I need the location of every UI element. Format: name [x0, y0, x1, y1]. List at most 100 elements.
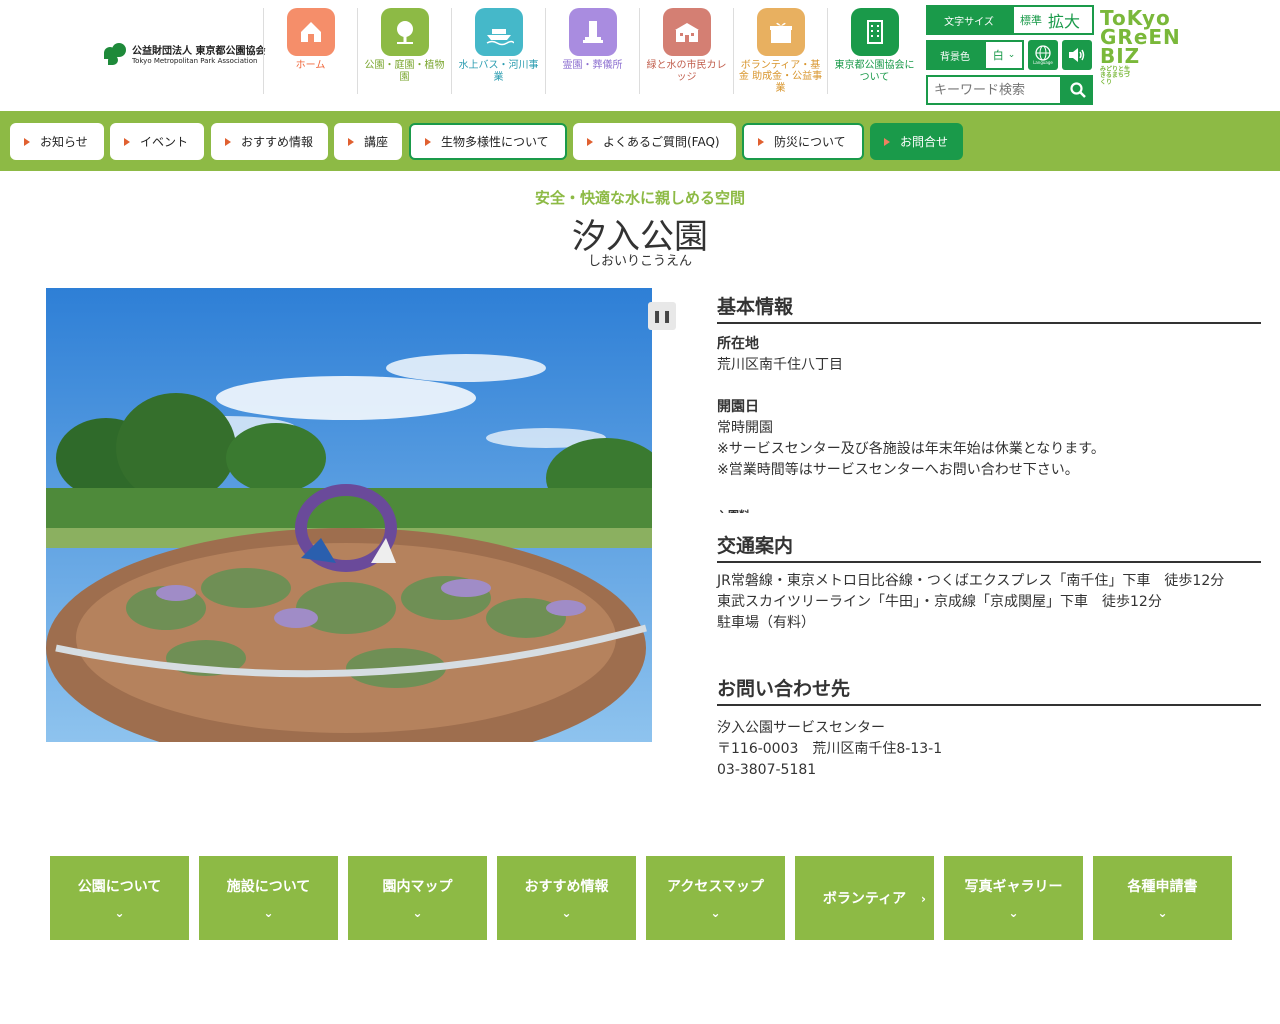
triangle-right-icon [225, 137, 231, 146]
chevron-right-icon: › [921, 892, 926, 906]
triangle-right-icon [425, 137, 431, 146]
menu-disaster[interactable]: 防災について [742, 123, 864, 160]
language-button[interactable]: Language [1028, 40, 1058, 70]
search-input[interactable] [926, 75, 1062, 105]
triangle-right-icon [24, 137, 30, 146]
font-size-large-button[interactable]: 拡大 [1048, 8, 1080, 32]
nav-college[interactable]: 緑と水の市民カレッジ [639, 8, 733, 94]
bg-color-label: 背景色 [926, 40, 984, 70]
contact-heading: お問い合わせ先 [717, 674, 1261, 706]
section-applications[interactable]: 各種申請書 ⌄ [1093, 856, 1232, 940]
font-size-standard-button[interactable]: 標準 [1020, 12, 1042, 28]
nav-volunteer[interactable]: ボランティア・基金 助成金・公益事業 [733, 8, 827, 94]
menu-faq[interactable]: よくあるご質問(FAQ) [573, 123, 736, 160]
section-about-park[interactable]: 公園について ⌄ [50, 856, 189, 940]
site-header: 公益財団法人 東京都公園協会 Tokyo Metropolitan Park A… [0, 0, 1280, 110]
section-recommended[interactable]: おすすめ情報 ⌄ [497, 856, 636, 940]
building-icon [850, 8, 899, 56]
menu-recommended[interactable]: おすすめ情報 [211, 123, 328, 160]
nav-home[interactable]: ホーム [263, 8, 357, 94]
triangle-right-icon [884, 137, 890, 146]
page-subtitle: 安全・快適な水に親しめる空間 [534, 189, 745, 207]
site-logo[interactable]: 公益財団法人 東京都公園協会 Tokyo Metropolitan Park A… [104, 42, 265, 65]
location-label: 所在地 [717, 336, 759, 352]
globe-icon [1035, 45, 1051, 61]
utility-panel: 文字サイズ 標準 拡大 背景色 白 ⌄ Language [926, 5, 1094, 105]
opening-value: 常時開園 [717, 420, 773, 436]
speaker-button[interactable] [1062, 40, 1092, 70]
nav-about-label: 東京都公園協会について [834, 60, 915, 83]
logo-subtitle: Tokyo Metropolitan Park Association [132, 57, 258, 65]
menu-news-label: お知らせ [40, 135, 88, 149]
font-size-label: 文字サイズ [926, 5, 1012, 35]
page-title-kana: しおいりこうえん [587, 254, 692, 269]
slideshow-pause-button[interactable]: ❚❚ [648, 302, 676, 330]
logo-title: 公益財団法人 東京都公園協会 [132, 46, 266, 57]
bg-color-value: 白 [992, 49, 1004, 62]
search-button[interactable] [1062, 75, 1093, 105]
chevron-down-icon: ⌄ [263, 906, 274, 920]
nav-waterbus-label: 水上バス・河川事業 [458, 60, 539, 83]
section-photo-gallery[interactable]: 写真ギャラリー ⌄ [944, 856, 1083, 940]
opening-label: 開園日 [717, 399, 759, 415]
font-size-toggle: 標準 拡大 [1012, 5, 1094, 35]
nav-cemetery-label: 霊園・葬儀所 [562, 60, 623, 71]
speaker-icon [1069, 48, 1085, 62]
opening-note-1: ※サービスセンター及び各施設は年末年始は休業となります。 [717, 441, 1105, 457]
menu-biodiversity-label: 生物多様性について [441, 135, 549, 149]
menu-biodiversity[interactable]: 生物多様性について [409, 123, 567, 160]
menu-events[interactable]: イベント [110, 123, 204, 160]
section-photo-gallery-label: 写真ギャラリー [964, 879, 1063, 895]
section-facilities-label: 施設について [226, 879, 311, 895]
nav-parks-label: 公園・庭園・植物園 [364, 60, 445, 83]
access-line-3: 駐車場（有料） [717, 615, 815, 631]
search-icon [1069, 82, 1086, 98]
tgb-line3: BIZ [1100, 44, 1141, 68]
menu-contact[interactable]: お問合せ [870, 123, 963, 160]
nav-college-label: 緑と水の市民カレッジ [646, 60, 727, 83]
menu-courses-label: 講座 [364, 135, 389, 149]
chevron-down-icon: ⌄ [412, 906, 423, 920]
access-line-1: JR常磐線・東京メトロ日比谷線・つくばエクスプレス「南千住」下車 徒歩12分 [717, 573, 1225, 589]
section-access-map-label: アクセスマップ [667, 879, 764, 895]
nav-cemetery[interactable]: 霊園・葬儀所 [545, 8, 639, 94]
chevron-down-icon: ⌄ [1157, 906, 1168, 920]
tokyo-green-biz-logo[interactable]: ToKyo GReEN BIZ みどりと生きるまちづくり [1100, 8, 1180, 101]
chevron-down-icon: ⌄ [1007, 50, 1016, 60]
menu-disaster-label: 防災について [774, 135, 846, 149]
location-value: 荒川区南千住八丁目 [717, 357, 843, 373]
nav-about[interactable]: 東京都公園協会について [827, 8, 921, 94]
bg-color-select[interactable]: 白 ⌄ [984, 40, 1024, 70]
tree-icon [380, 8, 429, 56]
section-access-map[interactable]: アクセスマップ ⌄ [646, 856, 785, 940]
section-park-map[interactable]: 園内マップ ⌄ [348, 856, 487, 940]
pause-icon: ❚❚ [651, 309, 673, 323]
nav-parks[interactable]: 公園・庭園・植物園 [357, 8, 451, 94]
section-volunteer[interactable]: ボランティア › [795, 856, 934, 940]
menu-courses[interactable]: 講座 [334, 123, 402, 160]
section-recommended-label: おすすめ情報 [524, 879, 609, 895]
park-section-nav: 公園について ⌄ 施設について ⌄ 園内マップ ⌄ おすすめ情報 ⌄ アクセスマップ ⌄ … [50, 856, 1242, 940]
nav-waterbus[interactable]: 水上バス・河川事業 [451, 8, 545, 94]
chevron-down-icon: ⌄ [114, 906, 125, 920]
section-volunteer-label: ボランティア [822, 891, 907, 907]
home-icon [286, 8, 335, 56]
language-label: Language [1033, 60, 1053, 65]
monument-icon [568, 8, 617, 56]
logo-mark-icon [104, 42, 126, 65]
tgb-tagline: みどりと生きるまちづくり [1100, 65, 1131, 86]
section-facilities[interactable]: 施設について ⌄ [199, 856, 338, 940]
section-about-park-label: 公園について [77, 879, 162, 895]
menu-recommended-label: おすすめ情報 [241, 135, 314, 149]
contact-address: 〒116-0003 荒川区南千住8-13-1 [717, 741, 943, 757]
nav-home-label: ホーム [295, 60, 326, 71]
nav-volunteer-label: ボランティア・基金 助成金・公益事業 [738, 59, 823, 94]
chevron-down-icon: ⌄ [1008, 906, 1019, 920]
section-applications-label: 各種申請書 [1127, 879, 1198, 895]
park-info: 基本情報 所在地 荒川区南千住八丁目 開園日 常時開園 ※サービスセンター及び各… [717, 292, 1261, 781]
category-nav: ホーム 公園・庭園・植物園 水上バス・河川事業 霊園・葬儀所 緑と水の市民カレッ… [263, 8, 921, 94]
triangle-right-icon [587, 137, 593, 146]
main-menu: お知らせ イベント おすすめ情報 講座 生物多様性について よくあるご質問(FA… [0, 111, 1280, 171]
menu-news[interactable]: お知らせ [10, 123, 104, 160]
park-photo [46, 288, 652, 742]
